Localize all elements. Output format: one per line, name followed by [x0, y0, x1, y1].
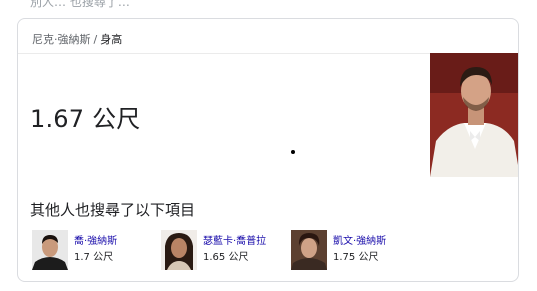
person-avatar-image	[161, 230, 197, 270]
related-person-name[interactable]: 喬·強納斯	[74, 232, 117, 247]
breadcrumb-separator: /	[93, 33, 98, 46]
avatar[interactable]	[161, 230, 197, 270]
related-person-height: 1.7 公尺	[74, 252, 114, 263]
divider	[18, 53, 430, 54]
cursor-dot	[291, 150, 295, 154]
person-avatar-image	[32, 230, 68, 270]
related-person-height: 1.65 公尺	[203, 252, 249, 263]
breadcrumb-parent-link[interactable]: 尼克·強納斯	[32, 33, 91, 46]
truncated-heading: 別人… 也搜尋了…	[30, 0, 130, 9]
nick-jonas-portrait-image	[430, 53, 518, 177]
people-also-search-title: 其他人也搜尋了以下項目	[30, 201, 196, 219]
related-person-name[interactable]: 凱文·強納斯	[333, 232, 386, 247]
avatar[interactable]	[32, 230, 68, 270]
avatar[interactable]	[291, 230, 327, 270]
person-photo[interactable]	[430, 53, 518, 177]
person-avatar-image	[291, 230, 327, 270]
related-person-name[interactable]: 瑟藍卡·喬普拉	[203, 232, 266, 247]
height-answer: 1.67 公尺	[30, 105, 141, 133]
breadcrumb: 尼克·強納斯 / 身高	[32, 31, 122, 47]
knowledge-card: 尼克·強納斯 / 身高 1.67 公尺 其他人也搜尋了以下項目 喬·強納斯 1.…	[17, 18, 519, 282]
related-person-height: 1.75 公尺	[333, 252, 379, 263]
breadcrumb-current: 身高	[100, 33, 123, 46]
